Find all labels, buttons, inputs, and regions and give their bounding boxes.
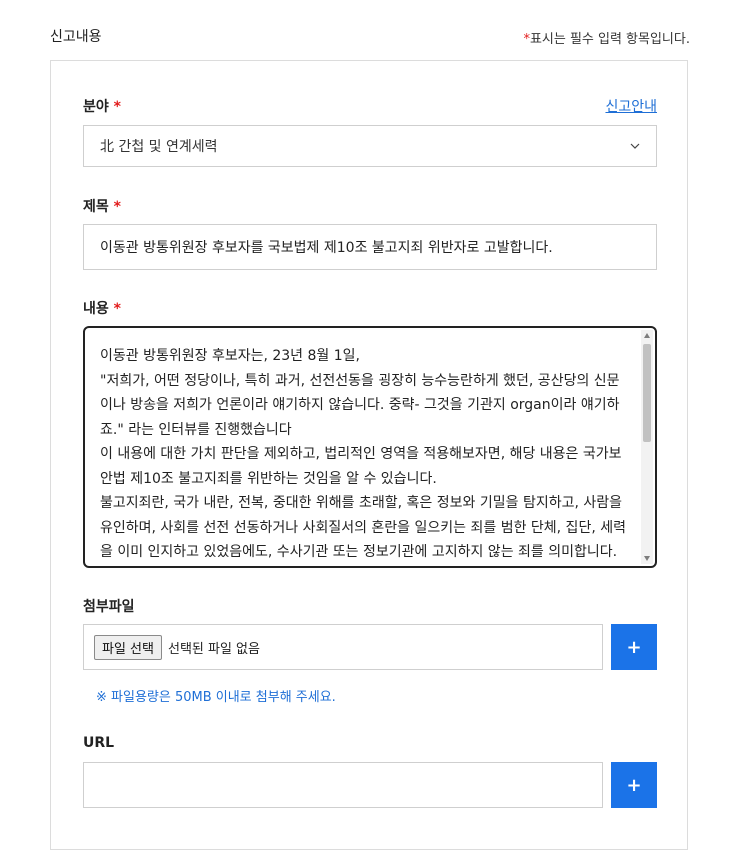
attachment-label: 첨부파일 <box>83 599 135 615</box>
subject-required-star: * <box>113 199 121 215</box>
subject-label-text: 제목 <box>83 199 109 215</box>
content-textarea[interactable]: 이동관 방통위원장 후보자는, 23년 8월 1일, "저희가, 어떤 정당이나… <box>83 326 657 568</box>
category-select[interactable]: 北 간첩 및 연계세력 <box>83 125 657 167</box>
scroll-down-arrow-icon[interactable] <box>644 556 650 561</box>
chevron-down-icon <box>630 143 640 149</box>
subject-input[interactable]: 이동관 방통위원장 후보자를 국보법제 제10조 불고지죄 위반자로 고발합니다… <box>83 224 657 270</box>
choose-file-button[interactable]: 파일 선택 <box>94 634 162 660</box>
file-input[interactable]: 파일 선택 선택된 파일 없음 <box>83 624 603 670</box>
category-required-star: * <box>113 99 121 115</box>
section-title: 신고내용 <box>50 29 102 45</box>
content-required-star: * <box>113 301 121 317</box>
category-label-text: 분야 <box>83 99 109 115</box>
content-label-text: 내용 <box>83 301 109 317</box>
content-scrollbar[interactable] <box>641 330 653 564</box>
file-size-note: ※ 파일용량은 50MB 이내로 첨부해 주세요. <box>96 690 336 705</box>
no-file-text: 선택된 파일 없음 <box>167 641 260 657</box>
category-selected-value: 北 간첩 및 연계세력 <box>100 139 218 155</box>
category-label: 분야 * <box>83 96 121 116</box>
content-label: 내용 * <box>83 298 121 318</box>
required-note-text: 표시는 필수 입력 항목입니다. <box>529 32 690 47</box>
add-attachment-button[interactable]: + <box>611 624 657 670</box>
scrollbar-thumb[interactable] <box>643 344 651 442</box>
content-text: 이동관 방통위원장 후보자는, 23년 8월 1일, "저희가, 어떤 정당이나… <box>100 348 626 560</box>
scroll-up-arrow-icon[interactable] <box>644 333 650 338</box>
add-url-button[interactable]: + <box>611 762 657 808</box>
url-label: URL <box>83 735 115 751</box>
subject-label: 제목 * <box>83 196 121 216</box>
report-guide-link[interactable]: 신고안내 <box>605 96 657 116</box>
required-note: *표시는 필수 입력 항목입니다. <box>523 28 690 47</box>
url-input[interactable] <box>83 762 603 808</box>
